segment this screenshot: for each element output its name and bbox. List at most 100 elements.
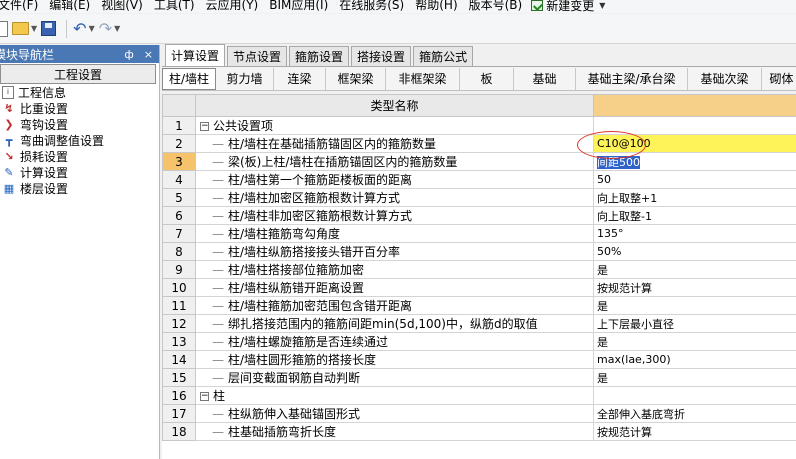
row-value-cell[interactable]: 50 <box>593 170 796 189</box>
row-value-cell[interactable]: 是 <box>593 296 796 315</box>
redo-button[interactable]: ↷ ▼ <box>99 18 121 40</box>
row-value-cell[interactable]: 50% <box>593 242 796 261</box>
row-number: 15 <box>162 368 196 387</box>
table-row[interactable]: 7 — 柱/墙柱箍筋弯勾角度 135° <box>162 224 796 243</box>
row-value-cell[interactable]: 是 <box>593 368 796 387</box>
menu-item-7[interactable]: 帮助(H) <box>413 0 466 12</box>
collapse-icon[interactable]: − <box>200 122 209 131</box>
table-row[interactable]: 13 — 柱/墙柱螺旋箍筋是否连续通过 是 <box>162 332 796 351</box>
row-value-cell[interactable]: 向上取整+1 <box>593 188 796 207</box>
row-value-cell[interactable]: 按规范计算 <box>593 278 796 297</box>
menu-item-8[interactable]: 版本号(B) <box>467 0 532 12</box>
table-row[interactable]: 9 — 柱/墙柱搭接部位箍筋加密 是 <box>162 260 796 279</box>
row-number: 3 <box>162 152 196 171</box>
tab-primary-1[interactable]: 节点设置 <box>227 46 288 66</box>
table-row[interactable]: 8 — 柱/墙柱纵筋搭接接头错开百分率 50% <box>162 242 796 261</box>
menu-item-5[interactable]: BIM应用(I) <box>267 0 337 12</box>
row-value-cell[interactable]: 全部伸入基底弯折 <box>593 404 796 423</box>
tab-component-9[interactable]: 砌体 <box>762 68 796 90</box>
tab-component-1[interactable]: 剪力墙 <box>216 67 274 90</box>
menu-item-6[interactable]: 在线服务(S) <box>337 0 413 12</box>
tab-component-5[interactable]: 板 <box>460 67 514 90</box>
close-icon[interactable]: × <box>144 48 153 61</box>
table-row[interactable]: 18 — 柱基础插筋弯折长度 按规范计算 <box>162 422 796 441</box>
row-name-cell: — 层间变截面钢筋自动判断 <box>195 368 594 387</box>
pin-icon[interactable]: ф <box>124 48 133 61</box>
row-value-cell[interactable]: 135° <box>593 224 796 243</box>
chevron-down-icon[interactable]: ▼ <box>114 24 120 33</box>
tab-component-4[interactable]: 非框架梁 <box>386 67 460 90</box>
table-row[interactable]: 3 — 梁(板)上柱/墙柱在插筋锚固区内的箍筋数量 间距500 <box>162 152 796 171</box>
row-number: 16 <box>162 386 196 405</box>
table-row[interactable]: 17 — 柱纵筋伸入基础锚固形式 全部伸入基底弯折 <box>162 404 796 423</box>
row-name: 柱纵筋伸入基础锚固形式 <box>228 407 361 421</box>
row-name: 绑扎搭接范围内的箍筋间距min(5d,100)中，纵筋d的取值 <box>228 317 538 331</box>
row-value-cell[interactable]: 间距500 <box>593 152 796 171</box>
nav-item-6[interactable]: ▦ 楼层设置 <box>0 180 159 196</box>
tab-primary-3[interactable]: 搭接设置 <box>351 46 412 66</box>
nav-item-3[interactable]: ┳ 弯曲调整值设置 <box>0 132 159 148</box>
tab-component-7[interactable]: 基础主梁/承台梁 <box>576 67 688 90</box>
menu-item-2[interactable]: 视图(V) <box>99 0 152 12</box>
nav-item-5[interactable]: ✎ 计算设置 <box>0 164 159 180</box>
undo-button[interactable]: ↶ ▼ <box>73 18 95 40</box>
row-value-cell[interactable]: C10@100 <box>593 134 796 153</box>
row-value-cell[interactable]: 是 <box>593 332 796 351</box>
row-number: 14 <box>162 350 196 369</box>
table-row[interactable]: 5 — 柱/墙柱加密区箍筋根数计算方式 向上取整+1 <box>162 188 796 207</box>
row-value-cell[interactable]: max(lae,300) <box>593 350 796 369</box>
table-row[interactable]: 4 — 柱/墙柱第一个箍筋距楼板面的距离 50 <box>162 170 796 189</box>
chevron-down-icon[interactable]: ▼ <box>89 24 95 33</box>
save-button[interactable] <box>41 18 57 40</box>
table-row[interactable]: 12 — 绑扎搭接范围内的箍筋间距min(5d,100)中，纵筋d的取值 上下层最小直… <box>162 314 796 333</box>
tab-component-8[interactable]: 基础次梁 <box>688 67 762 90</box>
menu-item-1[interactable]: 编辑(E) <box>47 0 99 12</box>
tree-line-icon: — <box>212 137 224 151</box>
project-settings-header[interactable]: 工程设置 <box>0 64 156 84</box>
nav-item-0[interactable]: i 工程信息 <box>0 84 159 100</box>
tab-component-2[interactable]: 连梁 <box>274 67 326 90</box>
row-value-cell[interactable] <box>593 116 796 135</box>
nav-item-4[interactable]: ↘ 损耗设置 <box>0 148 159 164</box>
row-name-cell: — 梁(板)上柱/墙柱在插筋锚固区内的箍筋数量 <box>195 152 594 171</box>
row-value: 按规范计算 <box>597 425 652 439</box>
menu-item-0[interactable]: 文件(F) <box>0 0 47 12</box>
table-row[interactable]: 14 — 柱/墙柱圆形箍筋的搭接长度 max(lae,300) <box>162 350 796 369</box>
tab-primary-4[interactable]: 箍筋公式 <box>413 46 474 66</box>
row-value-cell[interactable]: 是 <box>593 260 796 279</box>
chevron-down-icon[interactable]: ▼ <box>31 24 37 33</box>
row-value-cell[interactable]: 向上取整-1 <box>593 206 796 225</box>
menu-item-4[interactable]: 云应用(Y) <box>204 0 268 12</box>
table-row[interactable]: 11 — 柱/墙柱箍筋加密范围包含错开距离 是 <box>162 296 796 315</box>
tab-primary-0[interactable]: 计算设置 <box>165 44 226 66</box>
open-button[interactable]: ▼ <box>12 18 37 40</box>
collapse-icon[interactable]: − <box>200 392 209 401</box>
table-row[interactable]: 6 — 柱/墙柱非加密区箍筋根数计算方式 向上取整-1 <box>162 206 796 225</box>
nav-item-1[interactable]: ↯ 比重设置 <box>0 100 159 116</box>
menu-item-3[interactable]: 工具(T) <box>152 0 204 12</box>
tab-component-0[interactable]: 柱/墙柱 <box>162 67 216 90</box>
row-value-cell[interactable]: 按规范计算 <box>593 422 796 441</box>
group-row[interactable]: 1− 公共设置项 <box>162 116 796 135</box>
nav-item-label: 比重设置 <box>20 101 69 116</box>
table-row[interactable]: 15 — 层间变截面钢筋自动判断 是 <box>162 368 796 387</box>
table-row[interactable]: 2 — 柱/墙柱在基础插筋锚固区内的箍筋数量 C10@100 <box>162 134 796 153</box>
row-number: 5 <box>162 188 196 207</box>
tree-line-icon: — <box>212 263 224 277</box>
tab-component-3[interactable]: 框架梁 <box>326 67 386 90</box>
table-row[interactable]: 10 — 柱/墙柱纵筋错开距离设置 按规范计算 <box>162 278 796 297</box>
nav-item-2[interactable]: ❯ 弯钩设置 <box>0 116 159 132</box>
row-name-cell: − 公共设置项 <box>195 116 594 135</box>
group-row[interactable]: 16− 柱 <box>162 386 796 405</box>
tab-component-6[interactable]: 基础 <box>514 67 576 90</box>
row-value: 是 <box>597 263 608 277</box>
new-change-menu[interactable]: 新建变更 ▼ <box>531 0 605 13</box>
tree-line-icon: — <box>212 335 224 349</box>
row-name-cell: — 柱/墙柱箍筋弯勾角度 <box>195 224 594 243</box>
hook-icon: ❯ <box>4 117 14 131</box>
tab-primary-2[interactable]: 箍筋设置 <box>289 46 350 66</box>
new-file-button[interactable] <box>0 18 8 40</box>
row-value-cell[interactable] <box>593 386 796 405</box>
row-value-cell[interactable]: 上下层最小直径 <box>593 314 796 333</box>
row-number-header <box>162 94 196 117</box>
